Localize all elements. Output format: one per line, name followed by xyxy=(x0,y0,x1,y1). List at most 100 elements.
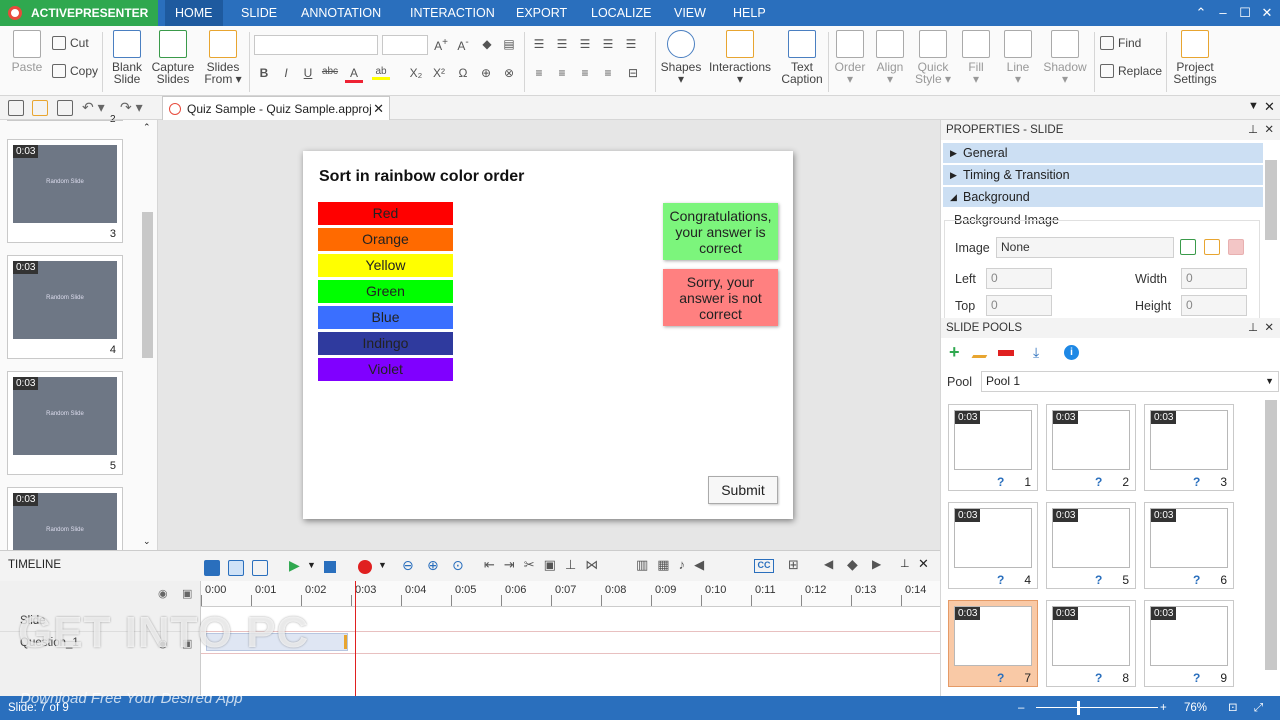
image-add-icon[interactable] xyxy=(1204,239,1220,255)
pool-thumbnail[interactable]: 0:03? 7 xyxy=(948,600,1038,687)
line-spacing-icon[interactable]: ☰ xyxy=(622,37,640,51)
find-button[interactable]: Find xyxy=(1100,36,1141,50)
slide-thumbnail[interactable]: 0:03 Random Slide xyxy=(7,487,123,571)
align-right-icon[interactable]: ≡ xyxy=(576,66,594,80)
project-settings-button[interactable]: Project Settings xyxy=(1170,30,1220,85)
pool-thumbnail[interactable]: 0:03? 4 xyxy=(948,502,1038,589)
color-item[interactable]: Red xyxy=(318,202,453,225)
timeline-edit-tools[interactable]: ⇤⇥✂▣⊥⋈ xyxy=(484,557,607,573)
slide-list-scrollbar[interactable]: ⌃ ⌄ xyxy=(140,122,156,550)
pools-scroll-thumb[interactable] xyxy=(1265,400,1277,670)
loop-icon[interactable] xyxy=(252,560,268,576)
closed-caption-icon[interactable]: CC xyxy=(754,559,774,573)
playhead[interactable] xyxy=(355,581,356,697)
format-painter-icon[interactable]: ▤ xyxy=(500,37,518,51)
pin-icon[interactable]: ⊥ xyxy=(900,557,910,570)
image-browse-icon[interactable] xyxy=(1180,239,1196,255)
align-center-icon[interactable]: ≡ xyxy=(553,66,571,80)
color-item[interactable]: Orange xyxy=(318,228,453,251)
pool-thumbnail[interactable]: 0:03? 9 xyxy=(1144,600,1234,687)
replace-button[interactable]: Replace xyxy=(1100,64,1162,78)
quick-style-button[interactable]: Quick Style ▾ xyxy=(912,30,954,85)
underline-button[interactable]: U xyxy=(299,66,317,80)
menu-home[interactable]: HOME xyxy=(165,0,223,26)
undo-icon[interactable]: ↶ ▾ xyxy=(82,99,105,116)
maximize-icon[interactable]: ☐ xyxy=(1234,0,1256,26)
image-field[interactable]: None xyxy=(996,237,1174,258)
strikethrough-button[interactable]: abc xyxy=(321,66,339,77)
lock-icon[interactable]: ▣ xyxy=(182,587,192,600)
bold-button[interactable]: B xyxy=(255,66,273,80)
add-pool-icon[interactable]: + xyxy=(949,343,960,361)
stop-icon[interactable] xyxy=(324,561,336,573)
open-folder-icon[interactable] xyxy=(32,100,48,116)
height-field[interactable]: 0 xyxy=(1181,295,1247,316)
font-size-select[interactable] xyxy=(382,35,428,55)
snap-icon[interactable] xyxy=(228,560,244,576)
color-item[interactable]: Yellow xyxy=(318,254,453,277)
fill-button[interactable]: Fill ▾ xyxy=(958,30,994,85)
download-icon[interactable]: ⤓ xyxy=(1033,344,1039,361)
fullscreen-icon[interactable]: ⤢ xyxy=(1254,696,1263,720)
save-icon[interactable] xyxy=(57,100,73,116)
clear-format-icon[interactable]: ◆ xyxy=(478,37,496,51)
color-item[interactable]: Indingo xyxy=(318,332,453,355)
superscript-button[interactable]: X² xyxy=(430,66,448,80)
menu-view[interactable]: VIEW xyxy=(664,0,716,26)
zoom-slider-track[interactable] xyxy=(1036,707,1158,708)
slides-from-button[interactable]: Slides From ▾ xyxy=(200,30,246,85)
close-icon[interactable]: ✕ xyxy=(1264,120,1274,140)
submit-button[interactable]: Submit xyxy=(708,476,778,504)
scroll-thumb[interactable] xyxy=(142,212,153,358)
play-dropdown-icon[interactable]: ▼ xyxy=(307,560,316,570)
zoom-in-button[interactable]: + xyxy=(1160,696,1167,720)
record-dropdown-icon[interactable]: ▼ xyxy=(378,560,387,570)
split-icon[interactable]: ⊞ xyxy=(788,557,799,573)
pin-icon[interactable]: ⊥ xyxy=(1248,120,1258,140)
align-left-icon[interactable]: ≡ xyxy=(530,66,548,80)
timeline-ruler[interactable]: 0:00 0:01 0:02 0:03 0:04 0:05 0:06 0:07 0:08 0:09… xyxy=(201,581,940,607)
zoom-out-button[interactable]: – xyxy=(1018,696,1024,720)
increase-indent-icon[interactable]: ☰ xyxy=(599,37,617,51)
zoom-out-icon[interactable]: ⊖ xyxy=(402,557,414,574)
order-button[interactable]: Order ▾ xyxy=(832,30,868,85)
pin-icon[interactable]: ⊥ xyxy=(1248,318,1258,338)
marker-icon[interactable]: ◆ xyxy=(847,556,858,573)
shadow-button[interactable]: Shadow ▾ xyxy=(1042,30,1088,85)
menu-localize[interactable]: LOCALIZE xyxy=(581,0,661,26)
numbering-icon[interactable]: ☰ xyxy=(553,37,571,51)
interactions-button[interactable]: Interactions ▾ xyxy=(706,30,774,85)
app-title[interactable]: ACTIVEPRESENTER xyxy=(0,0,158,26)
timeline-audio-tools[interactable]: ▥▦♪◀ xyxy=(636,557,713,573)
hyperlink-icon[interactable]: ⊕ xyxy=(477,66,495,80)
highlight-button[interactable]: ab xyxy=(372,66,390,80)
blank-slide-button[interactable]: Blank Slide xyxy=(106,30,148,85)
pool-thumbnail[interactable]: 0:03? 5 xyxy=(1046,502,1136,589)
menu-export[interactable]: EXPORT xyxy=(506,0,577,26)
italic-button[interactable]: I xyxy=(277,66,295,80)
slide[interactable]: Sort in rainbow color order Congratulati… xyxy=(303,151,793,519)
fit-window-icon[interactable]: ⊡ xyxy=(1228,696,1238,720)
top-field[interactable]: 0 xyxy=(986,295,1052,316)
slide-thumbnail[interactable]: 0:03 Random Slide 3 xyxy=(7,139,123,243)
pool-thumbnail[interactable]: 0:03? 8 xyxy=(1046,600,1136,687)
pool-thumbnail[interactable]: 0:03? 6 xyxy=(1144,502,1234,589)
visibility-icon[interactable]: ◉ xyxy=(158,587,168,600)
play-icon[interactable]: ▶ xyxy=(289,557,300,574)
vertical-align-icon[interactable]: ⊟ xyxy=(624,66,642,80)
tab-menu-icon[interactable]: ▼ xyxy=(1248,100,1259,112)
color-item[interactable]: Violet xyxy=(318,358,453,381)
cut-button[interactable]: Cut xyxy=(52,36,89,50)
minimize-icon[interactable]: – xyxy=(1212,0,1234,26)
zoom-fit-icon[interactable]: ⊙ xyxy=(452,557,464,574)
close-icon[interactable]: ✕ xyxy=(918,556,929,572)
record-icon[interactable] xyxy=(358,560,372,574)
panel-close-icon[interactable]: ✕ xyxy=(1264,99,1275,115)
width-field[interactable]: 0 xyxy=(1181,268,1247,289)
slide-thumbnail[interactable]: 0:03 Random Slide 5 xyxy=(7,371,123,475)
next-marker-icon[interactable]: ▶ xyxy=(872,557,881,571)
pool-select[interactable]: Pool 1 ▼ xyxy=(981,371,1279,392)
pool-thumbnail[interactable]: 0:03? 1 xyxy=(948,404,1038,491)
image-remove-icon[interactable] xyxy=(1228,239,1244,255)
document-tab[interactable]: Quiz Sample - Quiz Sample.approj ✕ xyxy=(162,96,390,120)
